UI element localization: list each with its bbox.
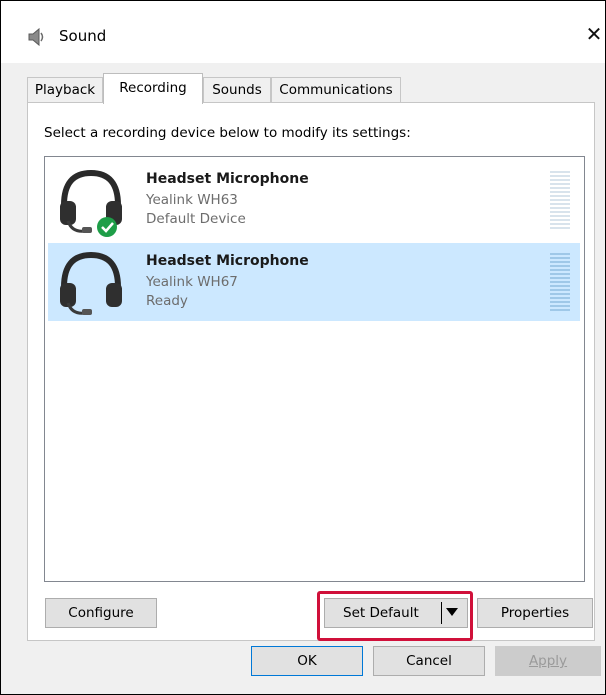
device-model: Yealink WH67 (146, 274, 238, 290)
sound-dialog: Sound ✕ Playback Recording Sounds Commun… (0, 0, 606, 695)
dialog-footer: OK Cancel Apply (1, 645, 605, 694)
tab-recording[interactable]: Recording (103, 73, 203, 104)
speaker-icon (28, 27, 44, 47)
apply-button[interactable]: Apply (495, 646, 601, 676)
tab-sounds[interactable]: Sounds (203, 77, 271, 102)
tab-communications[interactable]: Communications (271, 77, 401, 102)
device-list[interactable]: Headset Microphone Yealink WH63 Default … (44, 156, 585, 582)
tab-playback[interactable]: Playback (27, 77, 103, 102)
device-item-wh67[interactable]: Headset Microphone Yealink WH67 Ready (48, 243, 580, 321)
window-title: Sound (59, 27, 107, 45)
cancel-button[interactable]: Cancel (373, 646, 485, 676)
properties-button[interactable]: Properties (477, 598, 593, 628)
device-status: Ready (146, 293, 188, 309)
title-bar: Sound ✕ (1, 1, 605, 63)
device-item-wh63[interactable]: Headset Microphone Yealink WH63 Default … (48, 161, 580, 239)
device-status: Default Device (146, 211, 246, 227)
configure-button[interactable]: Configure (45, 598, 157, 628)
ok-button[interactable]: OK (251, 646, 363, 676)
instructions-text: Select a recording device below to modif… (44, 125, 411, 141)
highlight-annotation (317, 591, 473, 641)
device-name: Headset Microphone (146, 171, 309, 187)
close-button[interactable]: ✕ (583, 23, 605, 47)
headset-icon (60, 251, 122, 315)
headset-icon (60, 169, 122, 237)
close-icon: ✕ (585, 22, 603, 46)
device-model: Yealink WH63 (146, 192, 238, 208)
device-name: Headset Microphone (146, 253, 309, 269)
level-meter (550, 171, 570, 231)
level-meter (550, 253, 570, 313)
